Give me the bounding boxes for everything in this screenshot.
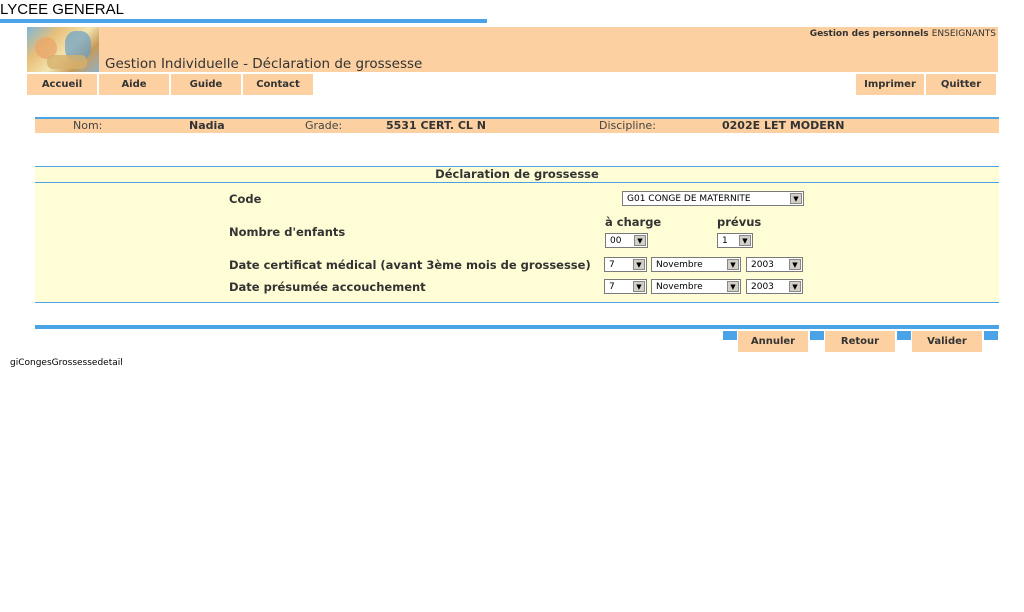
birth-date-label: Date présumée accouchement: [229, 280, 426, 294]
chevron-down-icon[interactable]: ▼: [739, 235, 751, 246]
teacher-info-bar: Nom: Nadia Grade: 5531 CERT. CL N Discip…: [35, 119, 999, 133]
code-select-value: G01 CONGE DE MATERNITE: [627, 193, 751, 204]
chevron-down-icon[interactable]: ▼: [727, 259, 739, 270]
grade-label: Grade:: [305, 119, 343, 132]
discipline-value: 0202E LET MODERN: [722, 119, 845, 132]
app-subtitle-prefix: Gestion des personnels: [809, 29, 929, 39]
validate-button[interactable]: Valider: [912, 331, 982, 352]
certificate-month-value: Novembre: [656, 259, 703, 270]
expected-select[interactable]: 1 ▼: [717, 233, 753, 248]
help-button[interactable]: Aide: [99, 74, 169, 95]
form-title: Déclaration de grossesse: [35, 167, 999, 182]
button-marker: [810, 331, 824, 340]
certificate-date-label: Date certificat médical (avant 3ème mois…: [229, 258, 591, 272]
chevron-down-icon[interactable]: ▼: [789, 259, 801, 270]
cancel-button[interactable]: Annuler: [738, 331, 808, 352]
children-label: Nombre d'enfants: [229, 225, 346, 239]
charge-select[interactable]: 00 ▼: [605, 233, 648, 248]
certificate-year-value: 2003: [751, 259, 774, 270]
contact-button[interactable]: Contact: [243, 74, 313, 95]
bottom-divider: [35, 325, 999, 329]
logo-shape: [47, 55, 87, 69]
chevron-down-icon[interactable]: ▼: [633, 259, 645, 270]
name-label: Nom:: [73, 119, 103, 132]
certificate-month-select[interactable]: Novembre ▼: [651, 257, 741, 272]
birth-day-value: 7: [609, 281, 615, 292]
code-label: Code: [229, 192, 262, 206]
back-button[interactable]: Retour: [825, 331, 895, 352]
app-subtitle-accent: ENSEIGNANTS: [931, 29, 996, 39]
home-button[interactable]: Accueil: [27, 74, 97, 95]
certificate-day-value: 7: [609, 259, 615, 270]
app-logo-image: [27, 27, 99, 72]
app-subtitle: Gestion des personnels ENSEIGNANTS: [810, 29, 996, 39]
birth-month-select[interactable]: Novembre ▼: [651, 279, 741, 294]
school-name: LYCEE GENERAL: [0, 1, 124, 18]
birth-year-value: 2003: [751, 281, 774, 292]
charge-select-value: 00: [610, 235, 622, 246]
guide-button[interactable]: Guide: [171, 74, 241, 95]
page-identifier: giCongesGrossessedetail: [10, 358, 123, 368]
birth-day-select[interactable]: 7 ▼: [604, 279, 647, 294]
charge-label: à charge: [605, 215, 662, 229]
certificate-day-select[interactable]: 7 ▼: [604, 257, 647, 272]
code-select[interactable]: G01 CONGE DE MATERNITE ▼: [622, 191, 804, 206]
button-marker: [984, 331, 998, 340]
chevron-down-icon[interactable]: ▼: [727, 281, 739, 292]
name-value: Nadia: [189, 119, 225, 132]
expected-label: prévus: [717, 215, 762, 229]
chevron-down-icon[interactable]: ▼: [634, 235, 646, 246]
certificate-year-select[interactable]: 2003 ▼: [746, 257, 803, 272]
grade-value: 5531 CERT. CL N: [386, 119, 486, 132]
discipline-label: Discipline:: [599, 119, 656, 132]
chevron-down-icon[interactable]: ▼: [633, 281, 645, 292]
birth-month-value: Novembre: [656, 281, 703, 292]
expected-select-value: 1: [722, 235, 728, 246]
print-button[interactable]: Imprimer: [856, 74, 924, 95]
button-marker: [723, 331, 737, 340]
form-body: [35, 183, 999, 302]
birth-year-select[interactable]: 2003 ▼: [746, 279, 803, 294]
chevron-down-icon[interactable]: ▼: [790, 193, 802, 204]
chevron-down-icon[interactable]: ▼: [789, 281, 801, 292]
form-divider: [35, 302, 999, 303]
quit-button[interactable]: Quitter: [926, 74, 996, 95]
top-divider: [0, 19, 487, 23]
button-marker: [897, 331, 911, 340]
page-title: Gestion Individuelle - Déclaration de gr…: [105, 56, 423, 72]
